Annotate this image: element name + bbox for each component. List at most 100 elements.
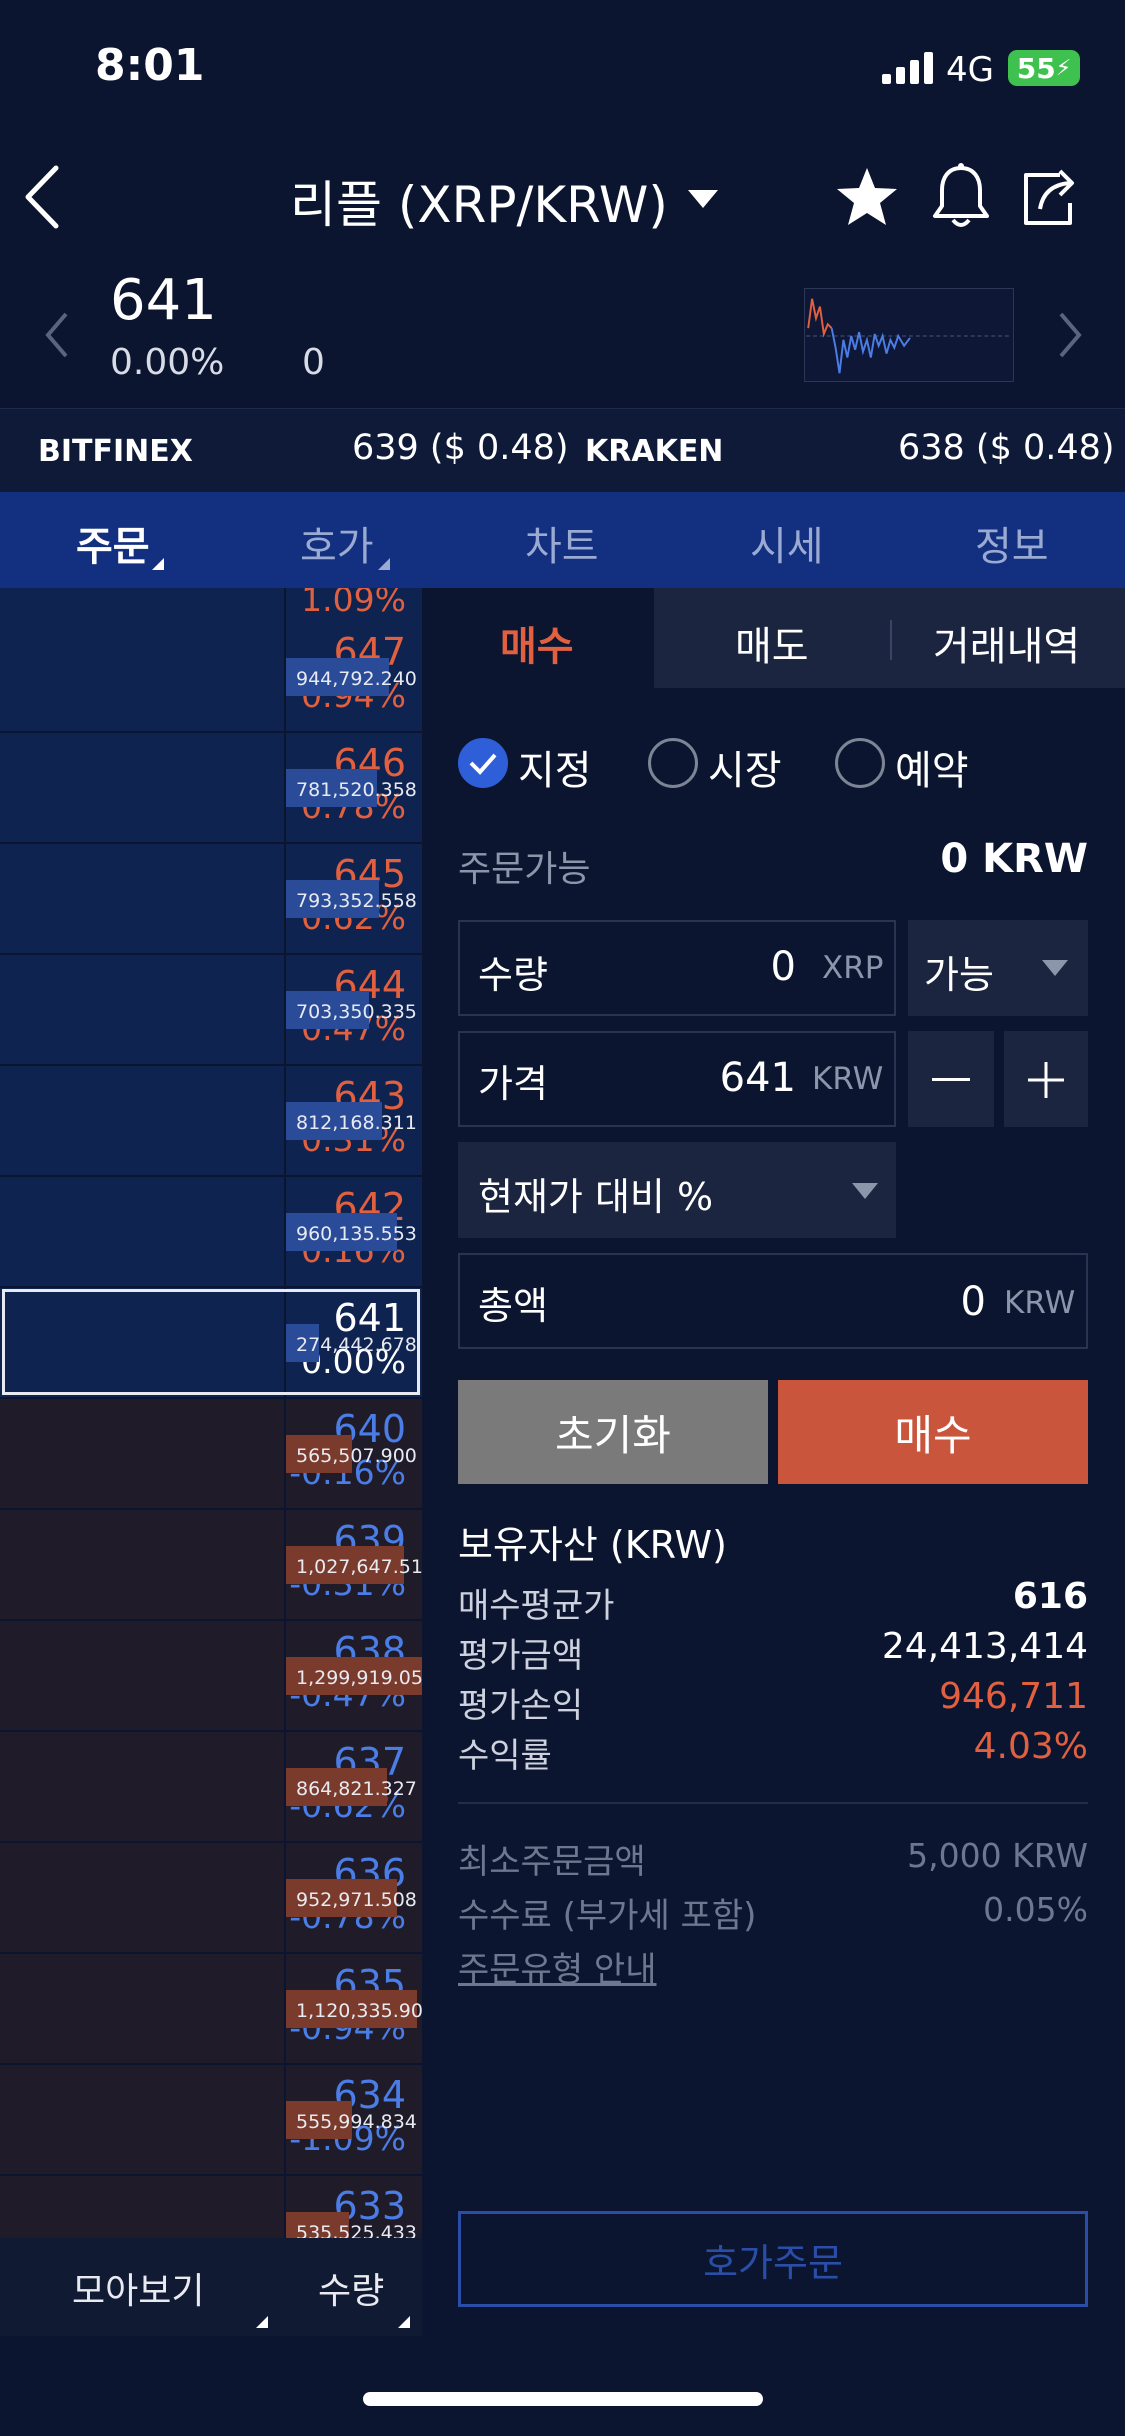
order-row[interactable]: 634-1.09%555,994.834: [0, 2065, 422, 2176]
holding-label: 평가손익: [458, 1686, 584, 1726]
group-view-button[interactable]: 모아보기: [72, 2262, 204, 2314]
qty-dropdown-label: 가능: [924, 953, 994, 997]
order-qty: 793,352.558: [296, 890, 417, 912]
limit-radio[interactable]: [458, 738, 508, 788]
share-icon[interactable]: [1020, 165, 1080, 229]
home-indicator[interactable]: [363, 2392, 763, 2406]
order-row[interactable]: 637-0.62%864,821.327: [0, 1732, 422, 1843]
price-cell: [0, 622, 284, 731]
mini-price-chart[interactable]: [804, 288, 1014, 382]
tab-info[interactable]: 정보: [975, 514, 1049, 572]
order-row[interactable]: 635-0.94%1,120,335.906: [0, 1954, 422, 2065]
total-input[interactable]: [458, 1253, 1088, 1349]
chevron-down-icon: [1042, 960, 1068, 976]
exchange-name: KRAKEN: [585, 434, 724, 469]
order-row[interactable]: 6470.94%944,792.240: [0, 622, 422, 733]
side-tab-history[interactable]: 거래내역: [933, 614, 1080, 672]
order-qty: 274,442.678: [296, 1334, 417, 1356]
order-qty: 960,135.553: [296, 1223, 417, 1245]
order-qty: 812,168.311: [296, 1112, 417, 1134]
qty-view-button[interactable]: 수량: [318, 2262, 384, 2314]
current-price-row[interactable]: 641 0.00% 274,442.678: [0, 1288, 422, 1399]
tab-order[interactable]: 주문: [76, 514, 150, 572]
market-label: 시장: [708, 748, 782, 794]
star-icon[interactable]: [835, 165, 899, 229]
qty-value: 0: [770, 944, 796, 990]
tab-orderbook[interactable]: 호가: [300, 514, 374, 572]
order-qty: 555,994.834: [296, 2111, 417, 2133]
price-cell: [0, 1399, 284, 1508]
market-title[interactable]: 리플 (XRP/KRW): [290, 165, 668, 237]
order-qty: 1,299,919.053: [296, 1667, 422, 1689]
price-cell: [0, 844, 284, 953]
orderbook-order-button[interactable]: 호가주문: [458, 2211, 1088, 2307]
reserve-radio[interactable]: [835, 738, 885, 788]
order-book[interactable]: 1.09% 6470.94%944,792.2406460.78%781,520…: [0, 588, 422, 2238]
back-arrow-icon[interactable]: [18, 162, 66, 232]
current-price: 641: [110, 268, 217, 333]
price-cell: [0, 1510, 284, 1619]
price-cell: [0, 733, 284, 842]
order-qty: 952,971.508: [296, 1889, 417, 1911]
order-row[interactable]: 6420.16%960,135.553: [0, 1177, 422, 1288]
price-value: 641: [719, 1055, 796, 1101]
order-row[interactable]: 6450.62%793,352.558: [0, 844, 422, 955]
divider: [458, 1802, 1088, 1804]
holding-value: 616: [1012, 1576, 1088, 1617]
price-cell: [0, 1066, 284, 1175]
side-tab-sell[interactable]: 매도: [735, 614, 809, 672]
order-qty: 781,520.358: [296, 779, 417, 801]
qty-label: 수량: [478, 953, 548, 997]
dropdown-caret-icon[interactable]: [688, 190, 718, 208]
price-cell: [0, 2065, 284, 2174]
min-order-label: 최소주문금액: [458, 1842, 646, 1882]
bell-icon[interactable]: [930, 162, 992, 232]
total-unit: KRW: [1004, 1285, 1076, 1321]
reset-button[interactable]: 초기화: [458, 1380, 768, 1484]
qty-unit: XRP: [822, 950, 884, 986]
plus-icon: [1028, 1062, 1064, 1098]
check-icon: [469, 753, 497, 775]
order-row[interactable]: 6430.31%812,168.311: [0, 1066, 422, 1177]
chevron-down-icon: [852, 1183, 878, 1199]
price-cell: [0, 1732, 284, 1841]
price-cell: [0, 1288, 284, 1397]
order-qty: 565,507.900: [296, 1445, 417, 1467]
order-row[interactable]: 636-0.78%952,971.508: [0, 1843, 422, 1954]
cellular-signal-icon: [882, 52, 933, 84]
order-row[interactable]: 6440.47%703,350.335: [0, 955, 422, 1066]
order-row[interactable]: 639-0.31%1,027,647.513: [0, 1510, 422, 1621]
tab-quotes[interactable]: 시세: [750, 514, 824, 572]
battery-level: 55: [1016, 51, 1056, 85]
change-value: 0: [302, 342, 325, 383]
exchange-price: 639 ($ 0.48): [352, 428, 569, 468]
order-qty: 944,792.240: [296, 668, 417, 690]
price-label: 가격: [478, 1062, 548, 1106]
order-qty: 535,525.433: [296, 2222, 417, 2238]
next-market-icon[interactable]: [1055, 310, 1085, 360]
buy-button[interactable]: 매수: [778, 1380, 1088, 1484]
status-time: 8:01: [95, 40, 205, 91]
tab-chart[interactable]: 차트: [525, 514, 599, 572]
order-row[interactable]: 6460.78%781,520.358: [0, 733, 422, 844]
holding-value: 24,413,414: [881, 1626, 1088, 1667]
prev-market-icon[interactable]: [42, 310, 72, 360]
price-cell: [0, 1954, 284, 2063]
holding-value: 946,711: [939, 1676, 1088, 1717]
order-row[interactable]: 633 535,525.433: [0, 2176, 422, 2238]
side-tab-buy[interactable]: 매수: [500, 614, 574, 672]
tab-menu-indicator: [152, 558, 164, 570]
reserve-label: 예약: [895, 748, 969, 794]
order-type-guide-link[interactable]: 주문유형 안내: [458, 1942, 657, 1991]
holding-label: 매수평균가: [458, 1586, 615, 1626]
price-cell: [0, 1843, 284, 1952]
fee-value: 0.05%: [983, 1890, 1088, 1929]
market-radio[interactable]: [648, 738, 698, 788]
order-row[interactable]: 638-0.47%1,299,919.053: [0, 1621, 422, 1732]
tab-menu-indicator: [378, 558, 390, 570]
order-row[interactable]: 640-0.16%565,507.900: [0, 1399, 422, 1510]
order-qty: 1,027,647.513: [296, 1556, 422, 1578]
qty-menu-indicator: [398, 2316, 410, 2328]
holding-value: 4.03%: [973, 1726, 1088, 1767]
price-cell: [0, 2176, 284, 2238]
